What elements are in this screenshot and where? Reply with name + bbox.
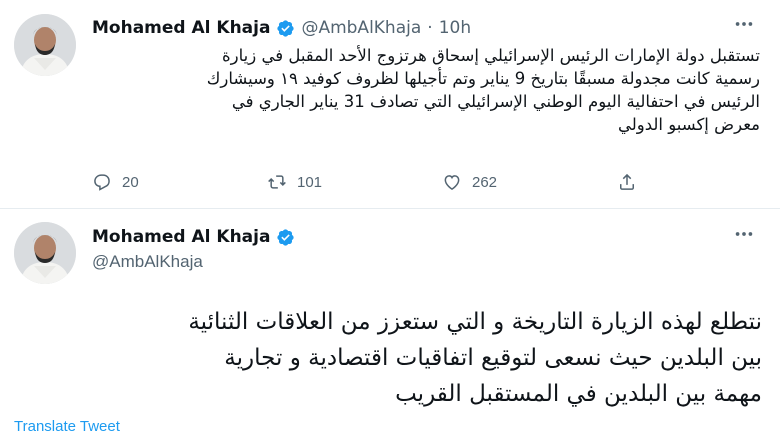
reply-count: 20 — [122, 173, 139, 191]
tweet-compact[interactable]: Mohamed Al Khaja @AmbAlKhaja · 10h تستقب… — [0, 0, 780, 209]
translate-tweet-link[interactable]: Translate Tweet — [14, 418, 120, 435]
author-handle[interactable]: @AmbAlKhaja — [92, 252, 295, 272]
share-button[interactable] — [617, 172, 637, 192]
tweet-timestamp[interactable]: 10h — [439, 18, 471, 38]
more-horizontal-icon[interactable] — [732, 14, 756, 34]
tweet-header: Mohamed Al Khaja @AmbAlKhaja · 10h — [92, 14, 471, 42]
name-row: Mohamed Al Khaja — [92, 224, 295, 250]
tweet-text-line: مهمة بين البلدين في المستقبل القريب — [395, 381, 762, 407]
tweet-text-line: بين البلدين حيث نسعى لتوقيع اتفاقيات اقت… — [224, 345, 762, 371]
author-name[interactable]: Mohamed Al Khaja — [92, 18, 270, 38]
author-name[interactable]: Mohamed Al Khaja — [92, 227, 270, 247]
avatar-photo — [14, 14, 76, 76]
tweet-text-line: معرض إكسبو الدولي — [617, 115, 760, 134]
share-icon — [620, 173, 634, 190]
author-handle[interactable]: @AmbAlKhaja — [301, 18, 421, 38]
tweet-text: نتطلع لهذه الزيارة التاريخة و التي ستعزز… — [14, 304, 762, 412]
retweet-icon — [268, 175, 286, 189]
tweet-text-line: الرئيس في احتفالية اليوم الوطني الإسرائي… — [231, 92, 760, 111]
reply-button[interactable]: 20 — [92, 172, 267, 192]
reply-icon — [94, 174, 110, 191]
heart-icon — [444, 175, 460, 190]
avatar-photo — [14, 222, 76, 284]
avatar[interactable] — [14, 14, 76, 76]
tweet-text: تستقبل دولة الإمارات الرئيس الإسرائيلي إ… — [92, 44, 760, 136]
verified-badge-icon — [276, 228, 295, 247]
tweet-header: Mohamed Al Khaja @AmbAlKhaja — [92, 224, 295, 272]
tweet-text-line: نتطلع لهذه الزيارة التاريخة و التي ستعزز… — [188, 309, 762, 335]
like-button[interactable]: 262 — [442, 172, 617, 192]
tweet-text-line: رسمية كانت مجدولة مسبقًا بتاريخ 9 يناير … — [206, 69, 760, 88]
tweet-actions: 20 101 262 — [92, 170, 652, 194]
avatar[interactable] — [14, 222, 76, 284]
retweet-button[interactable]: 101 — [267, 172, 442, 192]
more-horizontal-icon[interactable] — [732, 224, 756, 244]
verified-badge-icon — [276, 19, 295, 38]
tweet-text-line: تستقبل دولة الإمارات الرئيس الإسرائيلي إ… — [222, 46, 760, 65]
like-count: 262 — [472, 173, 498, 191]
retweet-count: 101 — [297, 173, 323, 191]
separator-dot: · — [427, 18, 433, 38]
